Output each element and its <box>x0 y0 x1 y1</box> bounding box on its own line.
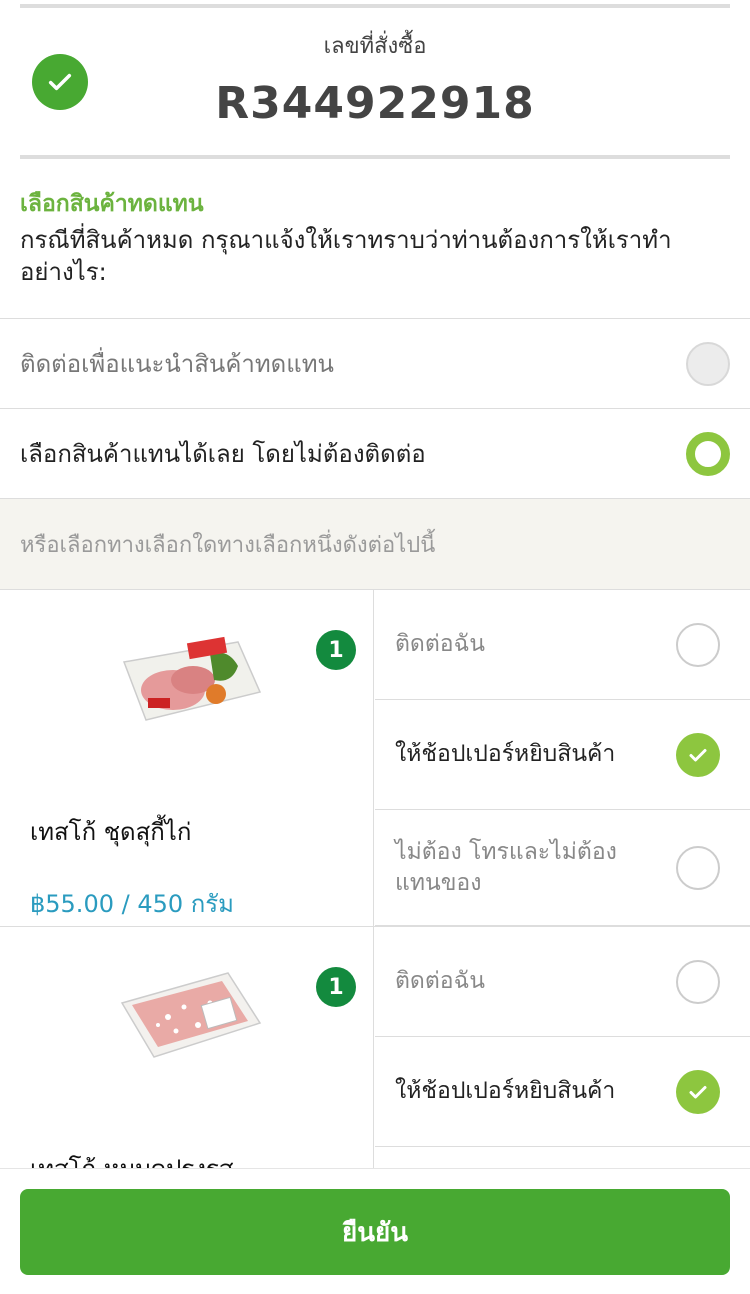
radio-button[interactable] <box>676 845 720 890</box>
product-name: เทสโก้ ชุดสุกี้ไก่ <box>30 818 192 846</box>
item-option-label: ติดต่อฉัน <box>395 968 486 994</box>
substitution-option-label: ติดต่อเพื่อแนะนำสินค้าทดแทน <box>20 350 334 378</box>
order-number-label: เลขที่สั่งซื้อ <box>323 34 427 59</box>
item-option-label: ให้ช้อปเปอร์หยิบสินค้า <box>395 741 616 767</box>
item-option-shopper-pick[interactable]: ให้ช้อปเปอร์หยิบสินค้า <box>375 1037 750 1147</box>
order-number: R344922918 <box>215 78 535 129</box>
item-option-label: ติดต่อฉัน <box>395 631 486 657</box>
product-item: 1 เทสโก้ หมูบดปรุงรส ติดต่อฉัน ให้ช้อปเป… <box>0 926 750 1168</box>
substitution-description: กรณีที่สินค้าหมด กรุณาแจ้งให้เราทราบว่าท… <box>20 226 672 286</box>
radio-button[interactable] <box>686 341 730 386</box>
chicken-suki-pack-image <box>122 636 262 721</box>
footer-bar: ยืนยัน <box>0 1168 750 1294</box>
header-divider <box>20 155 730 159</box>
check-icon[interactable] <box>676 1069 720 1114</box>
substitution-option-contact[interactable]: ติดต่อเพื่อแนะนำสินค้าทดแทน <box>0 318 750 408</box>
item-option-label: ไม่ต้อง โทรและไม่ต้องแทนของ <box>395 838 617 896</box>
item-option-contact-me[interactable]: ติดต่อฉัน <box>375 590 750 700</box>
item-option-shopper-pick[interactable]: ให้ช้อปเปอร์หยิบสินค้า <box>375 700 750 810</box>
item-option-no-substitute[interactable]: ไม่ต้อง โทรและไม่ต้องแทนของ <box>375 810 750 926</box>
minced-pork-pack-image <box>120 972 262 1058</box>
product-item: 1 เทสโก้ ชุดสุกี้ไก่ ฿55.00 / 450 กรัม ต… <box>0 590 750 926</box>
quantity-badge: 1 <box>316 967 356 1007</box>
product-info: 1 เทสโก้ ชุดสุกี้ไก่ ฿55.00 / 450 กรัม <box>0 590 374 926</box>
confirm-button[interactable]: ยืนยัน <box>20 1189 730 1275</box>
order-header: เลขที่สั่งซื้อ R344922918 <box>0 0 750 165</box>
product-price: ฿55.00 / 450 กรัม <box>30 890 234 918</box>
substitution-title: เลือกสินค้าทดแทน <box>20 191 204 217</box>
quantity-badge: 1 <box>316 630 356 670</box>
item-option-label: ให้ช้อปเปอร์หยิบสินค้า <box>395 1078 616 1104</box>
check-icon[interactable] <box>676 732 720 777</box>
radio-button[interactable] <box>676 959 720 1004</box>
per-item-hint: หรือเลือกทางเลือกใดทางเลือกหนึ่งดังต่อไป… <box>0 498 750 590</box>
radio-button-selected[interactable] <box>686 431 730 476</box>
substitution-option-auto[interactable]: เลือกสินค้าแทนได้เลย โดยไม่ต้องติดต่อ <box>0 408 750 498</box>
substitution-option-label: เลือกสินค้าแทนได้เลย โดยไม่ต้องติดต่อ <box>20 440 426 468</box>
product-info: 1 เทสโก้ หมูบดปรุงรส <box>0 927 374 1168</box>
radio-button[interactable] <box>676 622 720 667</box>
item-option-contact-me[interactable]: ติดต่อฉัน <box>375 927 750 1037</box>
product-name: เทสโก้ หมูบดปรุงรส <box>30 1149 234 1168</box>
